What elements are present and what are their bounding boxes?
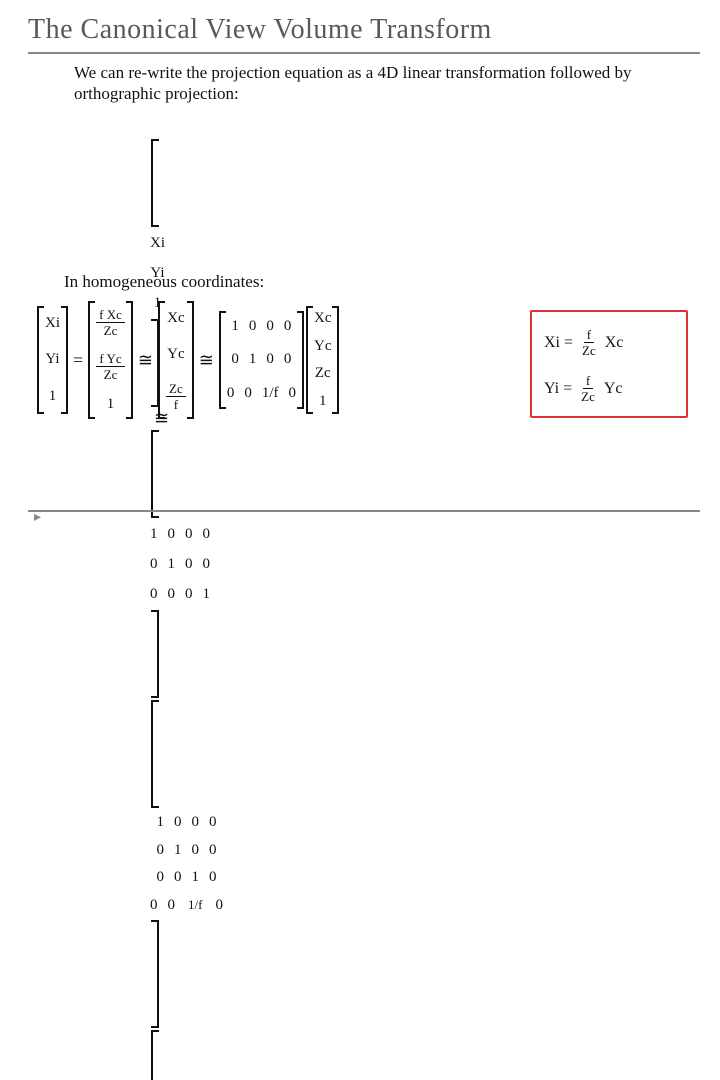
cell: 1 xyxy=(174,842,182,859)
equation-2: Xi Yi 1 = f XcZc f YcZc 1 ≅ Xc Yc Zcf ≅ … xyxy=(36,300,340,420)
cell: 0 xyxy=(156,869,164,886)
cell: 0 xyxy=(191,814,199,831)
cell: 1 xyxy=(49,388,57,405)
cell: 0 xyxy=(150,897,158,914)
cell: 0 xyxy=(266,351,274,368)
cell: 0 xyxy=(266,318,274,335)
result-box: Xi = fZc Xc Yi = fZc Yc xyxy=(530,310,688,418)
cell: Yc xyxy=(314,338,332,355)
cell: f YcZc xyxy=(96,352,124,381)
cell: 1 xyxy=(319,393,327,410)
cell: 1 xyxy=(107,396,115,413)
cell: 0 xyxy=(185,556,193,573)
cell: 0 xyxy=(209,842,217,859)
cell: 0 xyxy=(203,556,211,573)
cell: f XcZc xyxy=(96,308,125,337)
cell: Yi = xyxy=(544,380,572,398)
title-rule xyxy=(28,52,700,54)
cell: Xc xyxy=(605,334,624,352)
cell: 1/f xyxy=(262,385,279,402)
equals-sign: = xyxy=(73,350,83,371)
slide-title: The Canonical View Volume Transform xyxy=(0,0,720,52)
cell: 0 xyxy=(231,351,239,368)
cell: Yc xyxy=(604,380,623,398)
cell: 0 xyxy=(284,351,292,368)
cell: 0 xyxy=(249,318,257,335)
cell: fZc xyxy=(578,374,598,403)
cell: Zc xyxy=(315,365,331,382)
cell: 0 xyxy=(156,842,164,859)
intro-text: We can re-write the projection equation … xyxy=(74,62,634,105)
cell: Yi xyxy=(45,351,59,368)
cell: 0 xyxy=(215,897,223,914)
approx-sign: ≅ xyxy=(199,350,214,371)
cell: 0 xyxy=(174,869,182,886)
cell: 1 xyxy=(156,814,164,831)
cell: Xi xyxy=(45,315,60,332)
cell: 1/f xyxy=(185,897,205,914)
cell: Yc xyxy=(167,346,185,363)
slide-marker-icon: ▸ xyxy=(34,509,41,526)
cell: 0 xyxy=(150,586,158,603)
cell: 1 xyxy=(168,556,176,573)
cell: Xi xyxy=(150,235,165,252)
cell: 1 xyxy=(249,351,257,368)
cell: 0 xyxy=(244,385,252,402)
cell: Xc xyxy=(314,310,332,327)
cell: 0 xyxy=(284,318,292,335)
cell: 0 xyxy=(185,586,193,603)
cell: 0 xyxy=(209,869,217,886)
cell: 0 xyxy=(168,586,176,603)
cell: fZc xyxy=(579,328,599,357)
cell: 0 xyxy=(150,556,158,573)
footer-rule xyxy=(28,510,700,512)
cell: 0 xyxy=(191,842,199,859)
cell: 0 xyxy=(174,814,182,831)
cell: Zcf xyxy=(166,382,186,411)
cell: 1 xyxy=(231,318,239,335)
cell: Xc xyxy=(167,310,185,327)
approx-sign: ≅ xyxy=(138,350,153,371)
cell: Xi = xyxy=(544,334,573,352)
cell: 0 xyxy=(168,897,176,914)
cell: 1 xyxy=(191,869,199,886)
cell: 0 xyxy=(227,385,235,402)
cell: 0 xyxy=(209,814,217,831)
subheading: In homogeneous coordinates: xyxy=(64,272,264,292)
cell: 1 xyxy=(203,586,211,603)
cell: 0 xyxy=(288,385,296,402)
